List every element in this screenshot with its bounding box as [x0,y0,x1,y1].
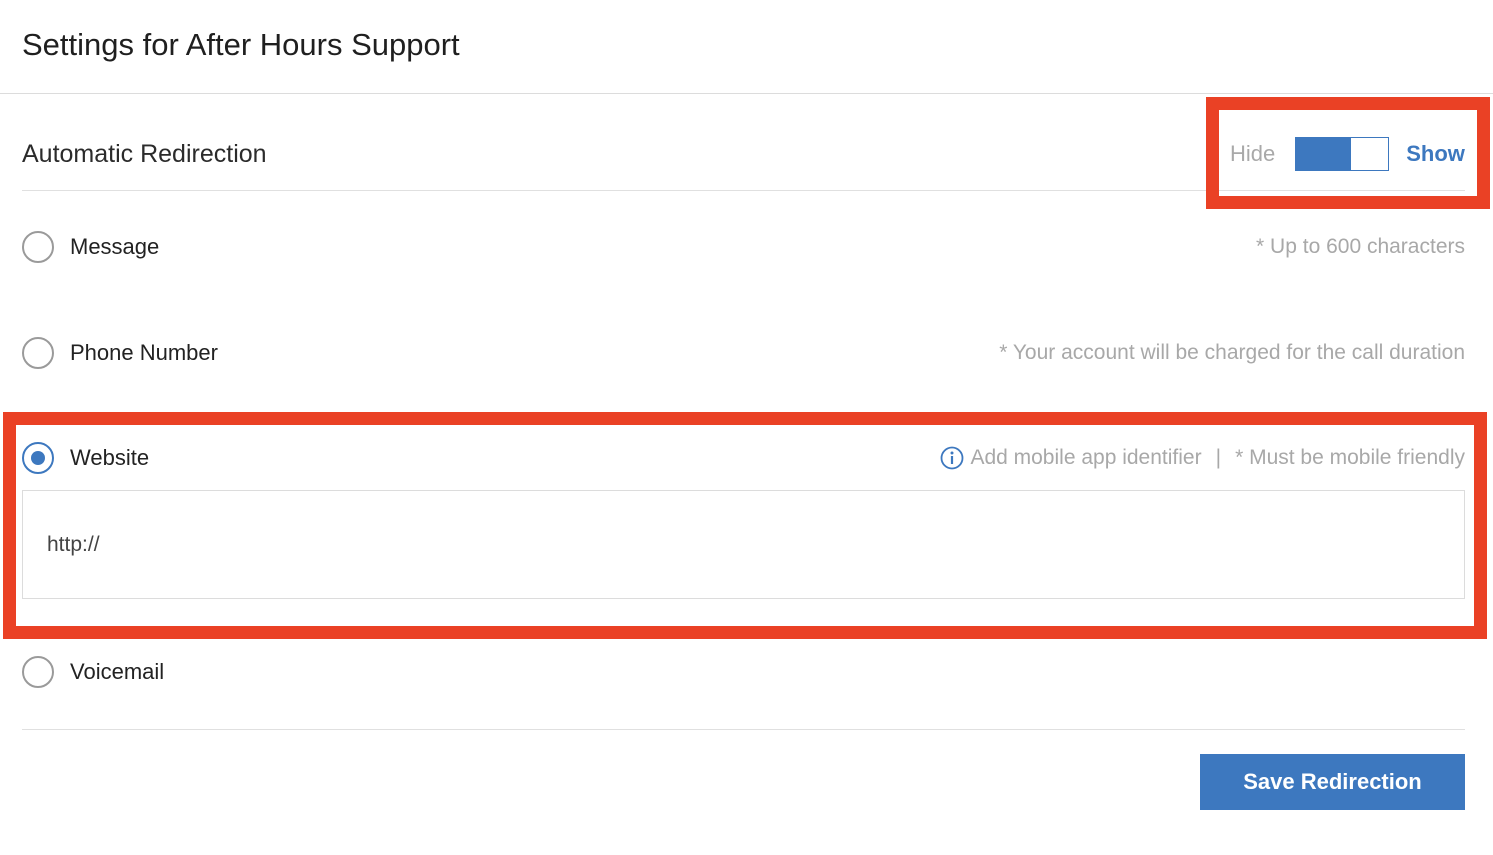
option-phone-label[interactable]: Phone Number [70,340,218,366]
toggle-hide-label[interactable]: Hide [1230,141,1275,167]
option-message[interactable]: Message * Up to 600 characters [22,230,1465,264]
info-link-label[interactable]: Add mobile app identifier [970,446,1201,470]
info-circle-icon [941,446,964,470]
add-mobile-app-identifier-link[interactable]: Add mobile app identifier [940,446,1202,470]
settings-page: Settings for After Hours Support Automat… [0,0,1493,855]
option-phone[interactable]: Phone Number * Your account will be char… [22,336,1465,370]
page-title: Settings for After Hours Support [22,27,460,62]
visibility-toggle-group: Hide Show [1230,136,1465,172]
option-website[interactable]: Website Add mobile app identifier | * Mu… [22,441,1465,475]
option-website-hint: * Must be mobile friendly [1235,446,1465,469]
radio-voicemail[interactable] [22,656,54,688]
option-message-hint: * Up to 600 characters [1256,235,1465,258]
footer-divider [22,729,1465,730]
toggle-show-label[interactable]: Show [1406,141,1465,167]
section-title: Automatic Redirection [22,140,267,168]
option-phone-hint: * Your account will be charged for the c… [999,341,1465,364]
option-website-label[interactable]: Website [70,445,149,471]
option-website-hints: Add mobile app identifier | * Must be mo… [940,446,1465,470]
option-message-label[interactable]: Message [70,234,159,260]
radio-website[interactable] [22,442,54,474]
option-voicemail-label[interactable]: Voicemail [70,659,164,685]
save-redirection-button[interactable]: Save Redirection [1200,754,1465,810]
hint-separator: | [1215,446,1222,469]
website-url-input[interactable] [22,490,1465,599]
section-divider [22,190,1465,191]
radio-message[interactable] [22,231,54,263]
visibility-toggle-switch[interactable] [1295,137,1390,171]
option-voicemail[interactable]: Voicemail [22,655,1465,689]
radio-phone[interactable] [22,337,54,369]
toggle-fill [1296,138,1352,170]
header-divider [0,93,1493,94]
